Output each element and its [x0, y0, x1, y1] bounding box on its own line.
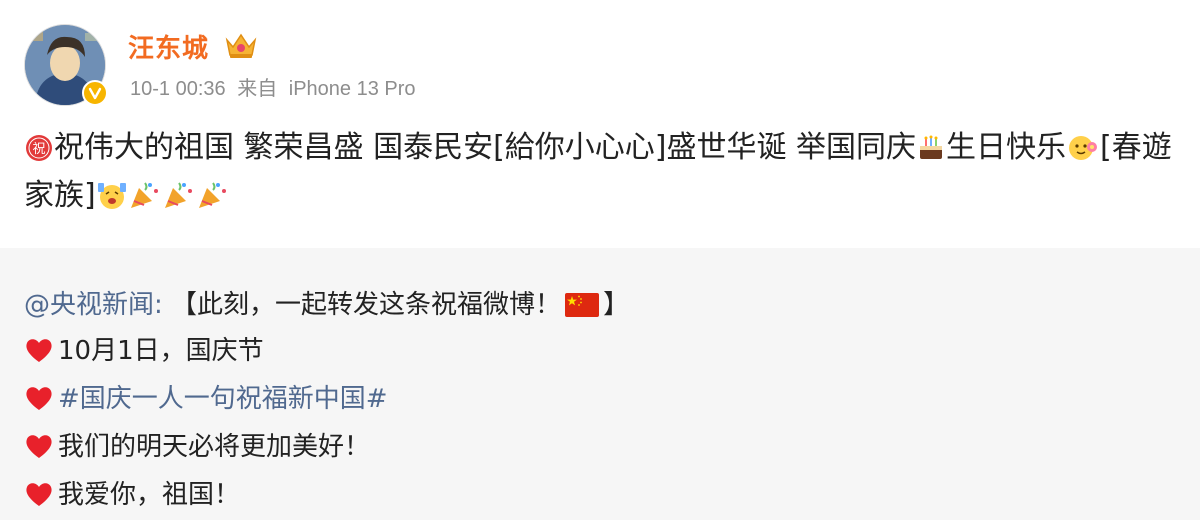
repost-headline: 【此刻，一起转发这条祝福微博！	[171, 290, 562, 320]
party-popper-icon	[130, 182, 158, 208]
heart-icon	[26, 339, 52, 362]
avatar[interactable]	[24, 24, 108, 106]
verified-v-icon	[82, 80, 108, 106]
party-popper-icon	[164, 182, 192, 208]
repost-line-text: 10月1日，国庆节	[58, 336, 264, 366]
crown-icon[interactable]	[224, 30, 258, 60]
repost-line-text: 我爱你，祖国！	[58, 480, 241, 510]
heart-icon	[26, 483, 52, 506]
repost-headline-end: 】	[603, 290, 630, 320]
flower-face-icon	[1069, 136, 1098, 160]
repost-colon: :	[154, 290, 163, 320]
repost-line-2: #国庆一人一句祝福新中国#	[24, 378, 388, 415]
repost-line-3: 我们的明天必将更加美好！	[24, 426, 370, 463]
post-text-part1: 祝伟大的祖国 繁荣昌盛 国泰民安[給你小心心]盛世华诞 举国同庆	[54, 130, 917, 165]
cheering-face-icon	[97, 183, 126, 209]
repost-line-4: 我爱你，祖国！	[24, 474, 240, 511]
author-name[interactable]: 汪东城	[128, 28, 209, 65]
svg-text:祝: 祝	[32, 142, 45, 157]
source-prefix: 来自	[237, 78, 278, 100]
source-device: iPhone 13 Pro	[288, 78, 416, 100]
heart-icon	[26, 435, 52, 458]
birthday-cake-icon	[920, 135, 943, 159]
repost-headline-line: @央视新闻: 【此刻，一起转发这条祝福微博！ 】	[24, 284, 629, 321]
repost-mention[interactable]: @央视新闻	[24, 290, 154, 320]
post-header: 汪东城 10-1 00:36 来自 iPhone 13 Pro	[24, 24, 1174, 108]
topic-hashtag-link[interactable]: #国庆一人一句祝福新中国#	[58, 384, 388, 414]
post-text: 祝 祝伟大的祖国 繁荣昌盛 国泰民安[給你小心心]盛世华诞 举国同庆 生日快乐 …	[24, 124, 1174, 220]
heart-icon	[26, 387, 52, 410]
repost-line-1: 10月1日，国庆节	[24, 330, 264, 367]
china-flag-icon	[565, 293, 600, 317]
post-text-part2: 生日快乐	[946, 130, 1067, 165]
post-meta: 10-1 00:36 来自 iPhone 13 Pro	[130, 72, 416, 101]
post-time[interactable]: 10-1 00:36	[130, 78, 226, 100]
party-popper-icon	[198, 182, 226, 208]
repost-line-text: 我们的明天必将更加美好！	[58, 432, 371, 462]
zhu-red-circle-icon: 祝	[26, 135, 52, 161]
repost-card[interactable]: @央视新闻: 【此刻，一起转发这条祝福微博！ 】 10月1日，国庆节 #国庆一人…	[0, 248, 1200, 520]
